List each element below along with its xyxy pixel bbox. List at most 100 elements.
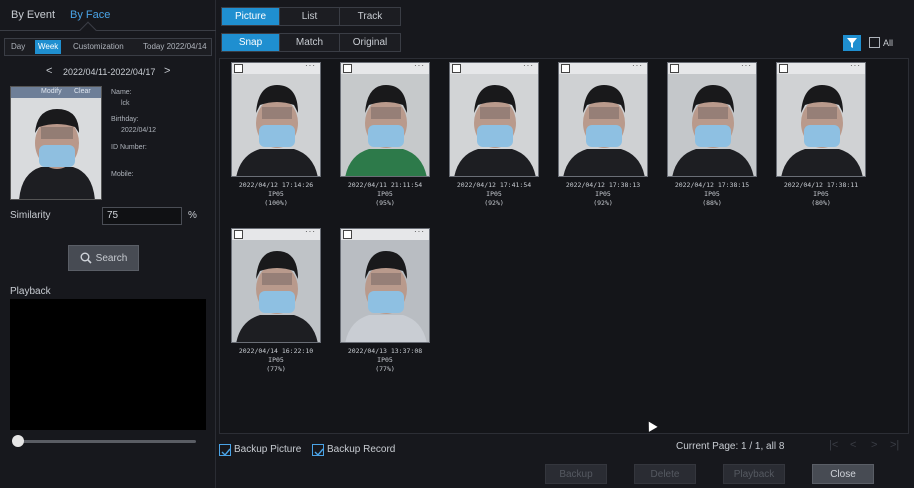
birthday-label: Birthday: bbox=[111, 116, 139, 123]
snapshot-channel: IP05 bbox=[268, 190, 284, 198]
backup-record-label: Backup Record bbox=[327, 444, 396, 455]
snapshot-image[interactable]: ··· bbox=[340, 62, 430, 177]
check-icon bbox=[221, 448, 231, 457]
close-button[interactable]: Close bbox=[812, 464, 874, 484]
snapshot-toolbar: ··· bbox=[668, 63, 756, 74]
snapshot-checkbox[interactable] bbox=[234, 64, 243, 73]
range-customization[interactable]: Customization bbox=[73, 42, 124, 51]
face-snapshot bbox=[668, 63, 756, 176]
snapshot-similarity: (92%) bbox=[484, 199, 504, 207]
snapshot-similarity: (92%) bbox=[593, 199, 613, 207]
snapshot-checkbox[interactable] bbox=[670, 64, 679, 73]
next-range-button[interactable]: > bbox=[164, 65, 170, 77]
backup-button[interactable]: Backup bbox=[545, 464, 607, 484]
snapshot-checkbox[interactable] bbox=[779, 64, 788, 73]
snapshot-similarity: (88%) bbox=[702, 199, 722, 207]
tab-track[interactable]: Track bbox=[340, 8, 400, 25]
range-today[interactable]: Today 2022/04/14 bbox=[143, 42, 207, 51]
snapshot-time: 2022/04/12 17:38:15 bbox=[674, 181, 750, 189]
clear-button[interactable]: Clear bbox=[74, 88, 91, 95]
range-day[interactable]: Day bbox=[11, 42, 25, 51]
snapshot-checkbox[interactable] bbox=[234, 230, 243, 239]
search-button[interactable]: Search bbox=[68, 245, 139, 271]
snapshot-checkbox[interactable] bbox=[561, 64, 570, 73]
delete-button[interactable]: Delete bbox=[634, 464, 696, 484]
snapshot-channel: IP05 bbox=[377, 190, 393, 198]
more-icon[interactable]: ··· bbox=[741, 63, 752, 70]
snapshot-image[interactable]: ··· bbox=[231, 62, 321, 177]
name-value: lck bbox=[121, 100, 130, 107]
snapshot-image[interactable]: ··· bbox=[231, 228, 321, 343]
snapshot-toolbar: ··· bbox=[559, 63, 647, 74]
snapshot-checkbox[interactable] bbox=[452, 64, 461, 73]
snapshot-image[interactable]: ··· bbox=[776, 62, 866, 177]
snapshot-channel: IP05 bbox=[704, 190, 720, 198]
filter-icon bbox=[847, 38, 857, 48]
similarity-label: Similarity bbox=[10, 210, 51, 221]
tab-snap[interactable]: Snap bbox=[222, 34, 280, 51]
playback-button[interactable]: Playback bbox=[723, 464, 785, 484]
face-snapshot bbox=[341, 63, 429, 176]
snapshot-image[interactable]: ··· bbox=[558, 62, 648, 177]
tab-by-event[interactable]: By Event bbox=[11, 9, 55, 21]
playback-slider[interactable] bbox=[16, 440, 196, 443]
snapshot-time: 2022/04/12 17:41:54 bbox=[456, 181, 532, 189]
tab-list[interactable]: List bbox=[280, 8, 340, 25]
prev-range-button[interactable]: < bbox=[46, 65, 52, 77]
tab-picture[interactable]: Picture bbox=[222, 8, 280, 25]
sub-tabs: Snap Match Original bbox=[221, 33, 401, 52]
left-panel: By Event By Face Day Week Customization … bbox=[0, 0, 216, 488]
tab-original[interactable]: Original bbox=[340, 34, 400, 51]
snapshot-channel: IP05 bbox=[595, 190, 611, 198]
first-page-icon[interactable]: |< bbox=[829, 439, 838, 451]
tab-divider bbox=[0, 30, 216, 31]
tab-by-face[interactable]: By Face bbox=[70, 9, 110, 21]
select-all-checkbox[interactable] bbox=[869, 37, 880, 48]
face-search-window: By Event By Face Day Week Customization … bbox=[0, 0, 914, 488]
playback-slider-handle[interactable] bbox=[12, 435, 24, 447]
range-week[interactable]: Week bbox=[35, 40, 62, 54]
modify-button[interactable]: Modify bbox=[41, 88, 62, 95]
more-icon[interactable]: ··· bbox=[632, 63, 643, 70]
snapshot-image[interactable]: ··· bbox=[340, 228, 430, 343]
snapshot-toolbar: ··· bbox=[341, 229, 429, 240]
backup-picture-checkbox[interactable] bbox=[219, 444, 231, 457]
face-snapshot bbox=[232, 229, 320, 342]
snapshot-toolbar: ··· bbox=[232, 63, 320, 74]
backup-picture-label: Backup Picture bbox=[234, 444, 302, 455]
results-grid: ··· 2022/04/12 17:14:26 IP05 (100%) ··· bbox=[219, 58, 909, 434]
backup-record-checkbox[interactable] bbox=[312, 444, 324, 457]
face-snapshot bbox=[232, 63, 320, 176]
date-range-label: 2022/04/11-2022/04/17 bbox=[63, 67, 156, 77]
snapshot-checkbox[interactable] bbox=[343, 64, 352, 73]
tab-match[interactable]: Match bbox=[280, 34, 340, 51]
snapshot-channel: IP05 bbox=[813, 190, 829, 198]
more-icon[interactable]: ··· bbox=[305, 229, 316, 236]
select-all-label: All bbox=[883, 38, 894, 48]
face-snapshot bbox=[777, 63, 865, 176]
snapshot-toolbar: ··· bbox=[777, 63, 865, 74]
last-page-icon[interactable]: >| bbox=[890, 439, 899, 451]
snapshot-image[interactable]: ··· bbox=[449, 62, 539, 177]
prev-page-icon[interactable]: < bbox=[850, 439, 856, 451]
playback-label: Playback bbox=[10, 286, 51, 297]
search-icon bbox=[80, 252, 92, 264]
filter-button[interactable] bbox=[843, 35, 861, 51]
similarity-input[interactable]: 75 bbox=[102, 207, 182, 225]
snapshot-time: 2022/04/13 13:37:08 bbox=[347, 347, 423, 355]
face-snapshot bbox=[450, 63, 538, 176]
snapshot-channel: IP05 bbox=[268, 356, 284, 364]
snapshot-checkbox[interactable] bbox=[343, 230, 352, 239]
birthday-value: 2022/04/12 bbox=[121, 127, 157, 134]
more-icon[interactable]: ··· bbox=[414, 63, 425, 70]
more-icon[interactable]: ··· bbox=[523, 63, 534, 70]
more-icon[interactable]: ··· bbox=[850, 63, 861, 70]
more-icon[interactable]: ··· bbox=[414, 229, 425, 236]
view-tabs: Picture List Track bbox=[221, 7, 401, 26]
snapshot-time: 2022/04/12 17:38:13 bbox=[565, 181, 641, 189]
page-info: Current Page: 1 / 1, all 8 bbox=[676, 441, 785, 452]
snapshot-time: 2022/04/11 21:11:54 bbox=[347, 181, 423, 189]
more-icon[interactable]: ··· bbox=[305, 63, 316, 70]
snapshot-image[interactable]: ··· bbox=[667, 62, 757, 177]
next-page-icon[interactable]: > bbox=[871, 439, 877, 451]
